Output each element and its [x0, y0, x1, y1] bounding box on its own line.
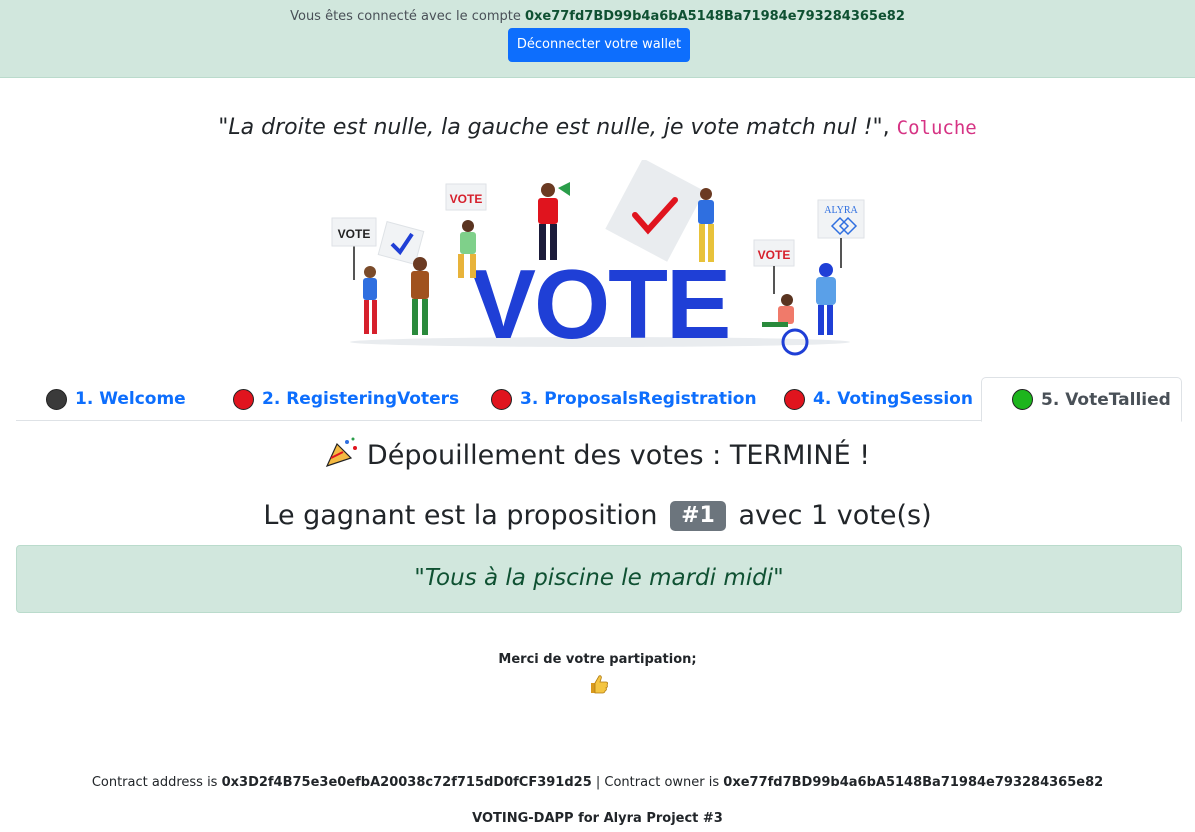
tab-vote-tallied[interactable]: 5. VoteTallied: [981, 377, 1182, 422]
disconnect-wallet-button[interactable]: Déconnecter votre wallet: [508, 28, 690, 62]
tab-label: 5. VoteTallied: [1041, 389, 1171, 410]
status-dot-icon: [233, 388, 254, 410]
connection-banner: Vous êtes connecté avec le compte 0xe77f…: [0, 0, 1195, 78]
status-dot-icon: [491, 388, 512, 410]
winner-suffix: avec 1 vote(s): [738, 500, 932, 531]
winner-badge: #1: [670, 501, 726, 531]
tab-voting-session[interactable]: 4. VotingSession: [784, 377, 973, 421]
status-dot-icon: [1012, 389, 1033, 410]
tally-title-text: Dépouillement des votes : TERMINÉ !: [366, 440, 871, 471]
winning-proposal: "Tous à la piscine le mardi midi": [16, 545, 1182, 613]
contract-info: Contract address is 0x3D2f4B75e3e0efbA20…: [0, 775, 1195, 790]
connection-prefix: Vous êtes connecté avec le compte: [290, 9, 525, 24]
alyra-sign-label: ALYRA: [824, 205, 858, 216]
tab-proposals-registration[interactable]: 3. ProposalsRegistration: [491, 377, 757, 421]
status-dot-icon: [784, 388, 805, 410]
person-with-vote-sign: VOTE: [331, 217, 377, 334]
winner-prefix: Le gagnant est la proposition: [263, 500, 658, 531]
workflow-tabs: 1. Welcome 2. RegisteringVoters 3. Propo…: [16, 377, 1182, 422]
tab-label: 3. ProposalsRegistration: [520, 389, 757, 409]
winner-summary: Le gagnant est la proposition #1 avec 1 …: [0, 500, 1195, 531]
tab-label: 4. VotingSession: [813, 389, 973, 409]
tab-label: 2. RegisteringVoters: [262, 389, 460, 409]
tab-registering-voters[interactable]: 2. RegisteringVoters: [233, 377, 459, 421]
project-credit: VOTING-DAPP for Alyra Project #3: [472, 811, 723, 826]
person-in-wheelchair: VOTE: [753, 239, 809, 356]
svg-text:VOTE: VOTE: [758, 248, 791, 262]
contract-address: 0x3D2f4B75e3e0efbA20038c72f715dD0fCF391d…: [221, 775, 592, 790]
quote-author: Coluche: [896, 117, 977, 139]
person-with-check-sign: [377, 221, 429, 335]
tab-welcome[interactable]: 1. Welcome: [46, 377, 186, 421]
quote: "La droite est nulle, la gauche est null…: [0, 115, 1195, 140]
connection-status: Vous êtes connecté avec le compte 0xe77f…: [0, 9, 1195, 24]
tab-label: 1. Welcome: [75, 389, 186, 409]
ballot-check-icon: [605, 160, 705, 262]
svg-text:VOTE: VOTE: [450, 192, 483, 206]
quote-text: "La droite est nulle, la gauche est null…: [218, 115, 883, 140]
status-dot-icon: [46, 388, 67, 410]
quote-separator: ,: [882, 115, 897, 140]
thumbs-up-icon: [591, 675, 609, 694]
vote-illustration: VOTE VOTE VOTE VOTE ALYRA: [331, 160, 865, 359]
person-with-alyra-sign: ALYRA: [816, 199, 865, 335]
owner-label: | Contract owner is: [591, 775, 724, 790]
thanks-message: Merci de votre partipation;: [498, 652, 697, 667]
contract-label: Contract address is: [91, 775, 222, 790]
vote-word: VOTE: [471, 249, 730, 359]
tally-title: Dépouillement des votes : TERMINÉ !: [0, 436, 1195, 471]
owner-address: 0xe77fd7BD99b4a6bA5148Ba71984e793284365e…: [723, 775, 1104, 790]
vote-sign-label: VOTE: [338, 227, 371, 241]
winning-proposal-text: Tous à la piscine le mardi midi: [424, 565, 774, 591]
party-popper-icon: [325, 437, 357, 468]
connected-account: 0xe77fd7BD99b4a6bA5148Ba71984e793284365e…: [524, 9, 905, 24]
